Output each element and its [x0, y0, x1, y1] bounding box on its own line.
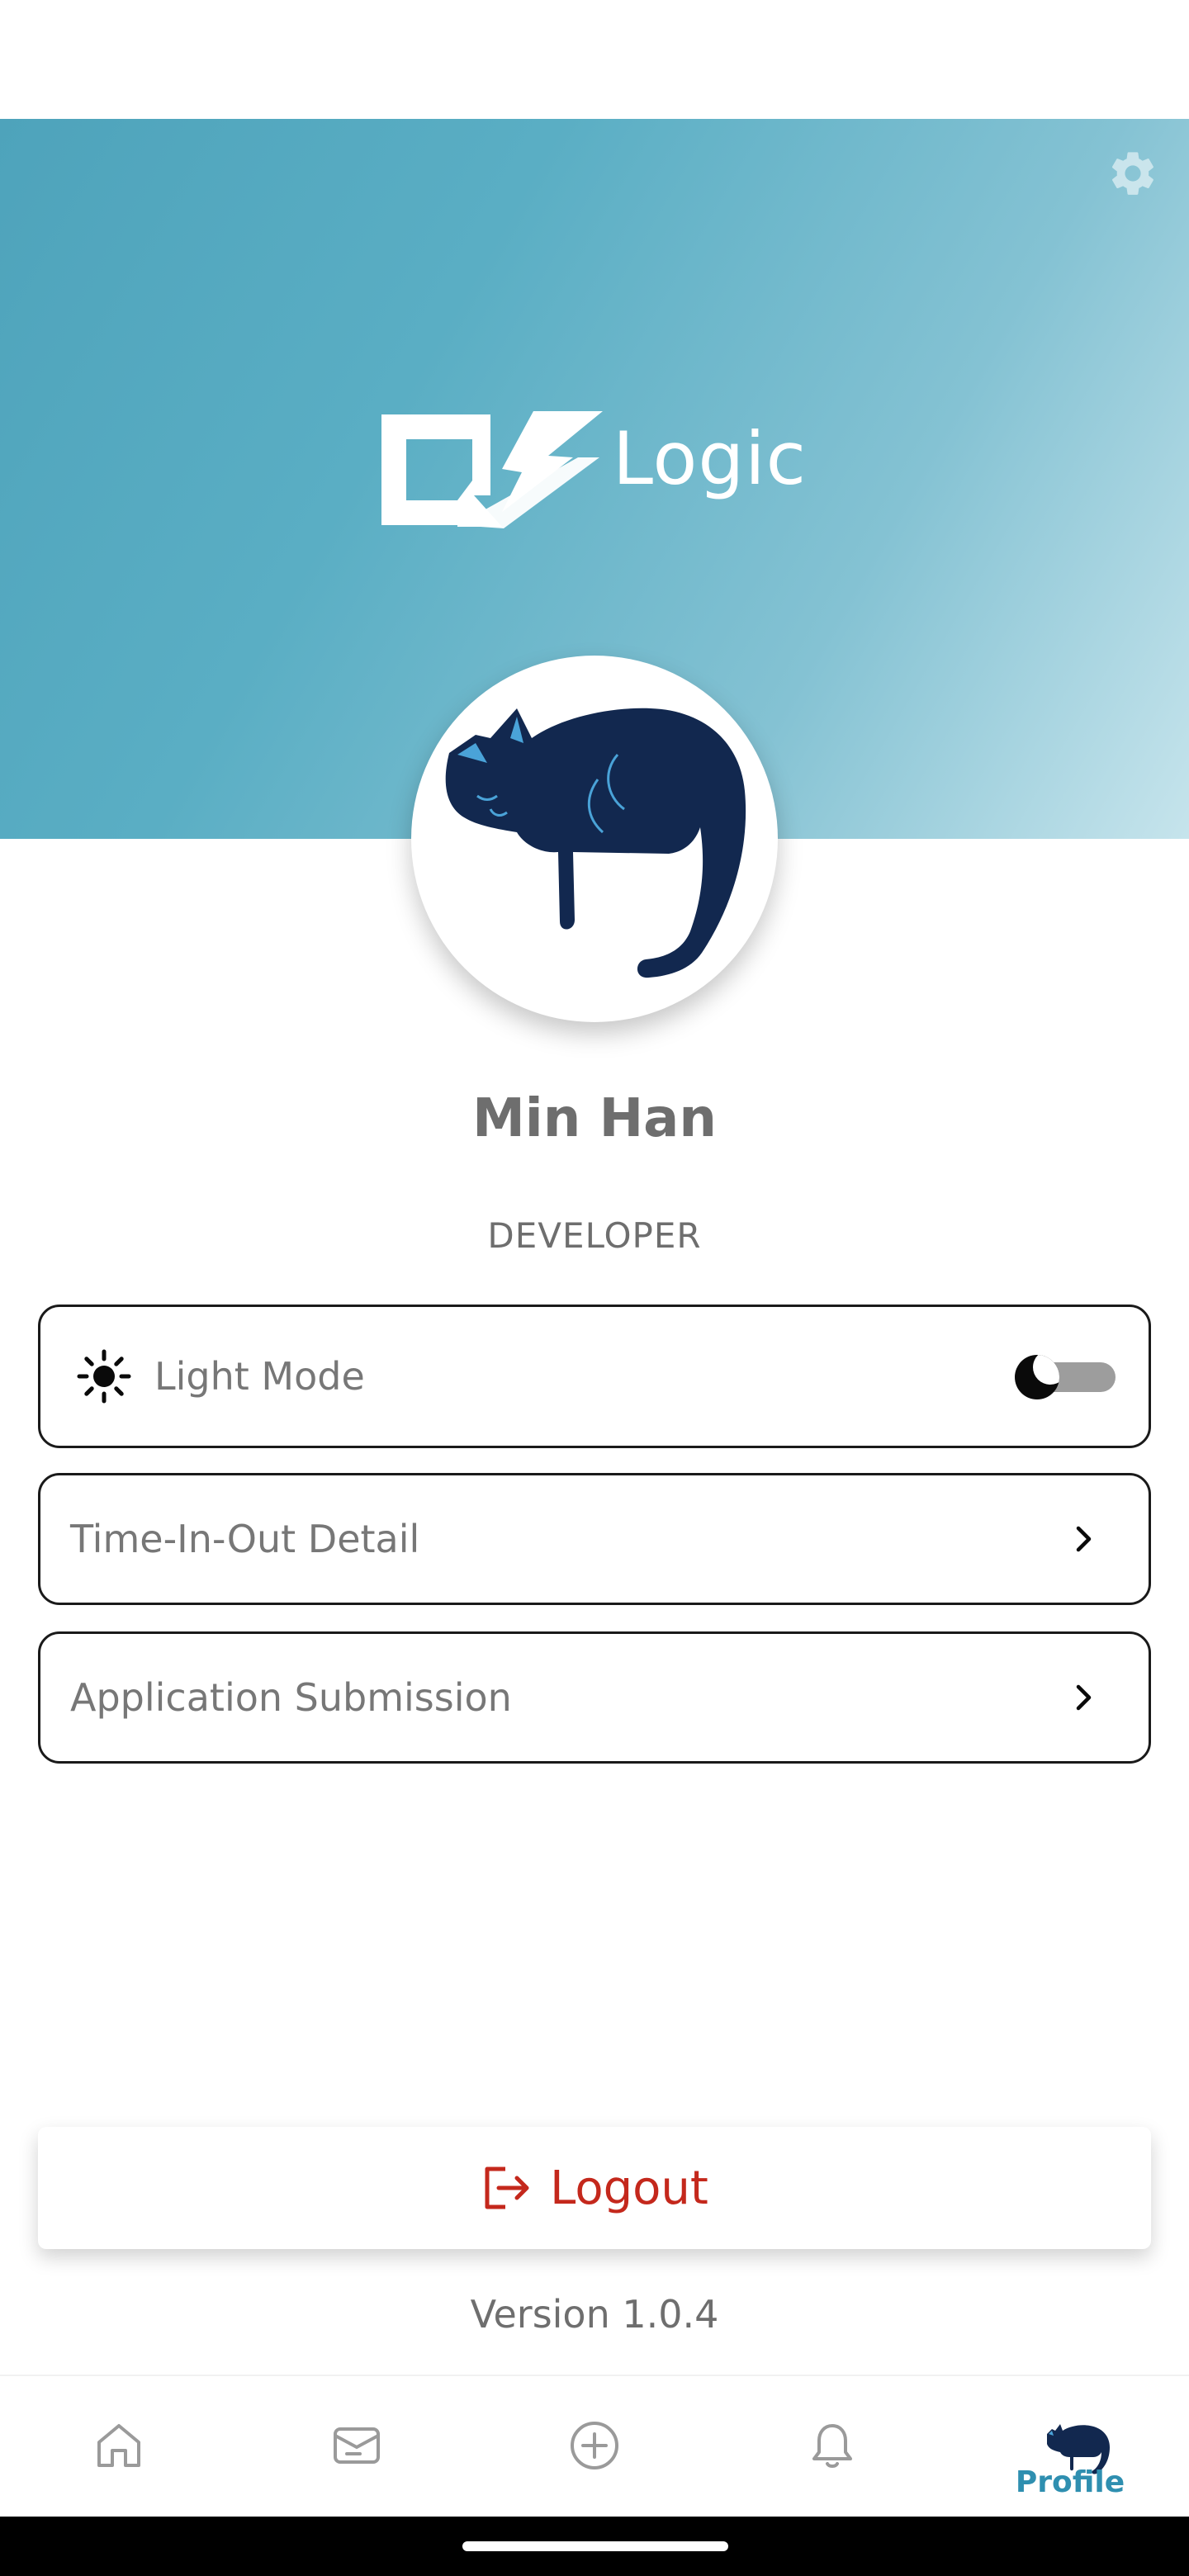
menu-item-time-in-out[interactable]: Time-In-Out Detail: [38, 1473, 1151, 1605]
avatar[interactable]: [411, 656, 778, 1022]
logout-label: Logout: [550, 2161, 708, 2215]
home-icon: [97, 2424, 140, 2467]
dark-mode-toggle[interactable]: [1015, 1355, 1116, 1399]
bottom-nav: Profile: [0, 2375, 1189, 2517]
add-icon: [571, 2422, 618, 2469]
brand-name: Logic: [613, 416, 808, 501]
menu-item-application-submission[interactable]: Application Submission: [38, 1631, 1151, 1764]
menu-item-label: Time-In-Out Detail: [70, 1517, 420, 1561]
nav-profile-label: Profile: [1015, 2465, 1125, 2499]
chevron-right-icon: [1076, 1526, 1092, 1552]
home-gesture-handle[interactable]: [462, 2541, 728, 2551]
sun-icon: [77, 1349, 131, 1404]
logout-button[interactable]: Logout: [38, 2127, 1151, 2249]
logout-icon: [485, 2166, 529, 2209]
nav-home[interactable]: [53, 2376, 185, 2518]
nav-mail[interactable]: [291, 2376, 423, 2518]
status-bar: [0, 0, 1189, 119]
nav-add[interactable]: [528, 2376, 661, 2518]
user-role: DEVELOPER: [487, 1215, 702, 1256]
gear-icon: [1111, 152, 1153, 195]
sleeping-cat-icon: [445, 708, 746, 978]
theme-toggle-row[interactable]: Light Mode: [38, 1305, 1151, 1448]
chevron-right-icon: [1076, 1684, 1092, 1711]
moon-icon: [1015, 1355, 1059, 1399]
menu-item-label: Application Submission: [70, 1675, 512, 1720]
nav-notifications[interactable]: [766, 2376, 898, 2518]
mail-icon: [334, 2427, 380, 2464]
user-name: Min Han: [472, 1088, 717, 1149]
theme-label: Light Mode: [154, 1354, 365, 1399]
bell-icon: [812, 2424, 852, 2468]
nav-profile[interactable]: Profile: [1004, 2376, 1136, 2518]
app-version: Version 1.0.4: [470, 2292, 719, 2337]
settings-button[interactable]: [1106, 147, 1159, 200]
gesture-bar: [0, 2517, 1189, 2576]
